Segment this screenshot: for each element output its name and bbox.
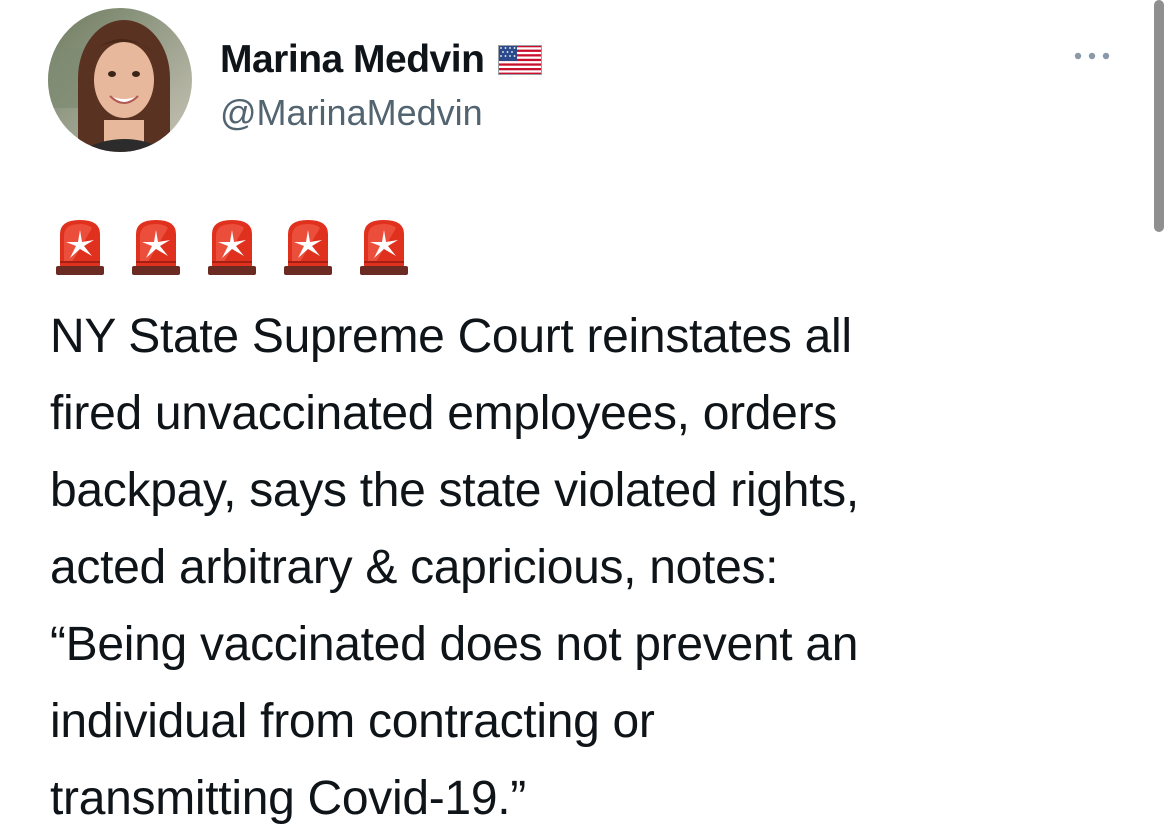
avatar[interactable] bbox=[48, 8, 192, 152]
police-car-light-icon bbox=[204, 216, 260, 276]
police-car-light-icon bbox=[280, 216, 336, 276]
tweet-text-line: fired unvaccinated employees, orders bbox=[50, 387, 837, 440]
tweet-header: Marina Medvin @MarinaMedvin bbox=[48, 8, 543, 152]
avatar-image bbox=[48, 8, 192, 152]
tweet-text-line: backpay, says the state violated rights, bbox=[50, 464, 859, 517]
tweet-text-line: transmitting Covid-19.” bbox=[50, 772, 526, 825]
us-flag-icon bbox=[498, 45, 543, 75]
scrollbar[interactable] bbox=[1154, 0, 1164, 232]
tweet-text: NY State Supreme Court reinstates all fi… bbox=[50, 298, 1140, 837]
tweet-card: Marina Medvin @MarinaMedvin NY State Sup… bbox=[0, 0, 1170, 840]
more-options-icon[interactable] bbox=[1070, 44, 1114, 68]
police-car-light-icon bbox=[356, 216, 412, 276]
police-car-light-icon bbox=[52, 216, 108, 276]
display-name-row: Marina Medvin bbox=[220, 36, 543, 84]
display-name[interactable]: Marina Medvin bbox=[220, 38, 485, 82]
handle[interactable]: @MarinaMedvin bbox=[220, 92, 542, 134]
emoji-row bbox=[52, 216, 412, 276]
tweet-text-line: individual from contracting or bbox=[50, 695, 655, 748]
tweet-text-line: NY State Supreme Court reinstates all bbox=[50, 310, 852, 363]
author-block: Marina Medvin @MarinaMedvin bbox=[220, 36, 543, 134]
police-car-light-icon bbox=[128, 216, 184, 276]
tweet-text-line: “Being vaccinated does not prevent an bbox=[50, 618, 859, 671]
tweet-text-line: acted arbitrary & capricious, notes: bbox=[50, 541, 779, 594]
